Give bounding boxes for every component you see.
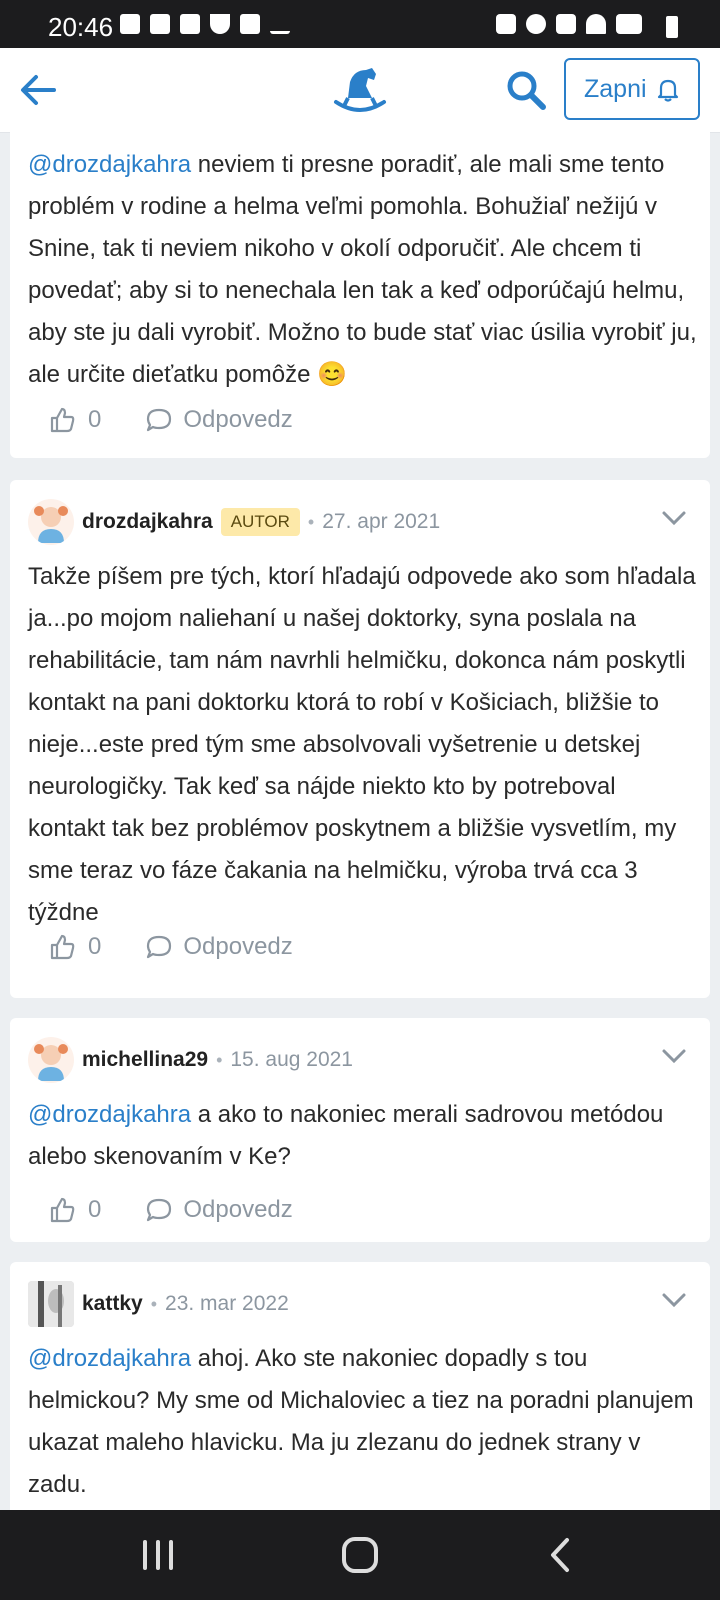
status-time: 20:46: [48, 12, 114, 42]
separator-dot: •: [307, 511, 315, 532]
like-count: 0: [88, 1196, 102, 1223]
like-button[interactable]: 0: [48, 933, 101, 961]
chevron-down-icon[interactable]: [660, 504, 688, 532]
search-icon[interactable]: [504, 68, 548, 112]
rocking-horse-logo-icon[interactable]: [332, 62, 388, 118]
like-button[interactable]: 0: [48, 1196, 101, 1224]
chevron-down-icon[interactable]: [660, 1286, 688, 1314]
username[interactable]: kattky: [82, 1292, 143, 1316]
mention-link[interactable]: @drozdajkahra: [28, 1345, 191, 1372]
post-date: 15. aug 2021: [230, 1048, 353, 1071]
alarm-icon: [526, 14, 546, 34]
comment-bubble-icon: [147, 935, 172, 959]
comment-text: @drozdajkahra a ako to nakoniec merali s…: [28, 1101, 664, 1170]
like-count: 0: [88, 933, 102, 960]
comment-text: Takže píšem pre tých, ktorí hľadajú odpo…: [28, 563, 696, 926]
bell-icon: [657, 79, 678, 102]
reply-label: Odpovedz: [183, 1196, 293, 1223]
comment-text: @drozdajkahra neviem ti presne poradiť, …: [28, 151, 697, 388]
status-right-icons: [496, 14, 670, 34]
reply-button[interactable]: Odpovedz: [145, 1196, 293, 1224]
app-bar: Zapni: [0, 48, 720, 133]
post-date: 23. mar 2022: [165, 1292, 289, 1315]
comment-header: michellina29 • 15. aug 2021: [28, 1036, 353, 1084]
mention-link[interactable]: @drozdajkahra: [28, 151, 191, 178]
camera-icon: [180, 14, 200, 34]
like-button[interactable]: 0: [48, 406, 101, 434]
m-icon: [150, 14, 170, 34]
reply-label: Odpovedz: [183, 406, 293, 433]
reply-button[interactable]: Odpovedz: [145, 933, 293, 961]
comment-actions: 0 Odpovedz: [48, 929, 293, 965]
thumbs-up-icon: [50, 934, 75, 960]
comment-actions: 0 Odpovedz: [48, 1192, 293, 1228]
separator-dot: •: [216, 1049, 223, 1070]
chevron-down-icon[interactable]: [660, 1042, 688, 1070]
comment-header: drozdajkahra AUTOR • 27. apr 2021: [28, 498, 440, 546]
recycle-icon: [496, 14, 516, 34]
avatar[interactable]: [28, 1281, 74, 1327]
username[interactable]: drozdajkahra: [82, 510, 213, 534]
system-nav-bar: [0, 1510, 720, 1600]
shield-icon: [210, 14, 230, 34]
status-left-icons: [120, 14, 290, 34]
notify-button[interactable]: Zapni: [564, 58, 700, 120]
like-count: 0: [88, 406, 102, 433]
comment-card: kattky • 23. mar 2022 @drozdajkahra ahoj…: [10, 1262, 710, 1510]
comment-card: drozdajkahra AUTOR • 27. apr 2021 Takže …: [10, 480, 710, 998]
check-icon: [270, 14, 290, 34]
mute-icon: [556, 14, 576, 34]
status-bar: 20:46: [0, 0, 720, 48]
thumbs-up-icon: [50, 407, 75, 433]
mention-link[interactable]: @drozdajkahra: [28, 1101, 191, 1128]
separator-dot: •: [150, 1293, 158, 1314]
image-icon: [240, 14, 260, 34]
back-arrow-icon[interactable]: [16, 68, 60, 112]
battery-icon: [666, 16, 678, 38]
avatar[interactable]: [28, 1037, 74, 1083]
comment-header: kattky • 23. mar 2022: [28, 1280, 289, 1328]
comment-card: @drozdajkahra neviem ti presne poradiť, …: [10, 132, 710, 458]
comment-bubble-icon: [147, 1198, 172, 1222]
wifi-icon: [586, 14, 606, 34]
comment-text: @drozdajkahra ahoj. Ako ste nakoniec dop…: [28, 1345, 694, 1498]
reply-label: Odpovedz: [183, 933, 293, 960]
thumbs-up-icon: [50, 1197, 75, 1223]
comment-bubble-icon: [147, 408, 172, 432]
h-icon: [120, 14, 140, 34]
back-icon[interactable]: [537, 1530, 587, 1580]
recent-apps-icon[interactable]: [133, 1530, 183, 1580]
post-date: 27. apr 2021: [322, 510, 441, 533]
avatar[interactable]: [28, 499, 74, 545]
notify-button-label: Zapni: [584, 74, 647, 103]
volte-icon: [616, 14, 642, 34]
reply-button[interactable]: Odpovedz: [145, 406, 293, 434]
home-icon[interactable]: [335, 1530, 385, 1580]
username[interactable]: michellina29: [82, 1048, 208, 1072]
author-badge: AUTOR: [220, 508, 300, 536]
comment-card: michellina29 • 15. aug 2021 @drozdajkahr…: [10, 1018, 710, 1242]
comment-actions: 0 Odpovedz: [48, 402, 293, 438]
